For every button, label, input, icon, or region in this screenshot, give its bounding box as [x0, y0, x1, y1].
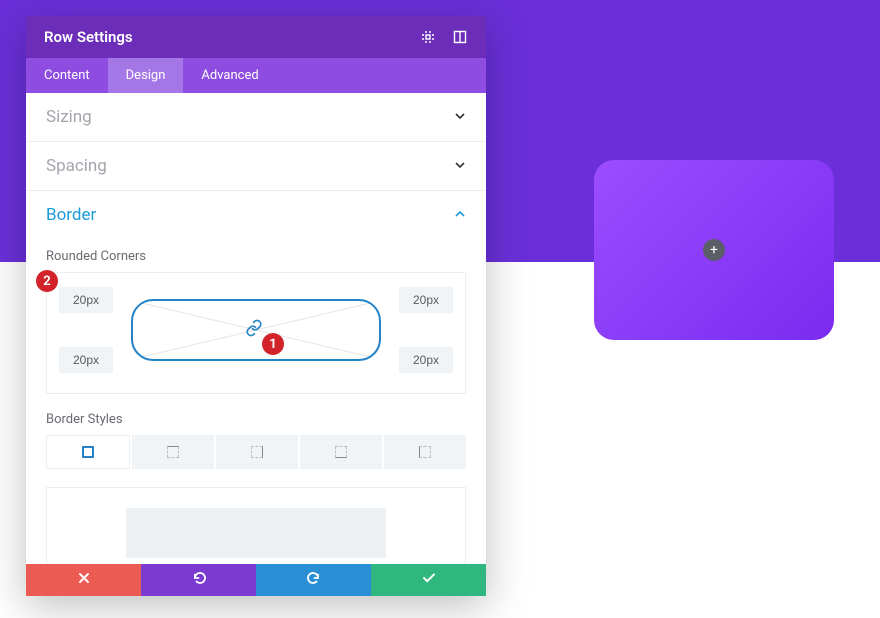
tab-advanced[interactable]: Advanced: [183, 58, 276, 93]
redo-button[interactable]: [256, 564, 371, 596]
panel-title: Row Settings: [44, 28, 133, 46]
section-spacing-toggle[interactable]: Spacing: [26, 142, 486, 190]
row-settings-panel: Row Settings Content Design Advanced: [26, 16, 486, 596]
cancel-button[interactable]: [26, 564, 141, 596]
section-spacing: Spacing: [26, 142, 486, 191]
border-style-top[interactable]: [132, 435, 214, 469]
corner-bottom-left-input[interactable]: [59, 347, 113, 373]
section-sizing: Sizing: [26, 93, 486, 142]
callout-marker-2: 2: [36, 270, 58, 292]
corner-bottom-right-input[interactable]: [399, 347, 453, 373]
square-left-icon: [419, 446, 431, 458]
tab-design[interactable]: Design: [108, 58, 184, 93]
border-style-all[interactable]: [46, 435, 130, 469]
callout-marker-1: 1: [262, 333, 284, 355]
section-border: Border Rounded Corners 2: [26, 191, 486, 564]
undo-icon: [192, 571, 206, 589]
panel-header-icons: [420, 29, 468, 45]
add-module-button[interactable]: +: [703, 239, 725, 261]
tab-content[interactable]: Content: [26, 58, 108, 93]
section-border-toggle[interactable]: Border: [26, 191, 486, 239]
square-top-icon: [167, 446, 179, 458]
border-preview-inner: [126, 508, 386, 558]
corner-grid: 1: [59, 287, 453, 373]
plus-icon: +: [710, 243, 718, 257]
chevron-up-icon: [454, 208, 466, 223]
chevron-down-icon: [454, 110, 466, 125]
redo-icon: [307, 571, 321, 589]
save-button[interactable]: [371, 564, 486, 596]
row-preview-card: +: [594, 160, 834, 340]
rounded-corners-label: Rounded Corners: [46, 249, 466, 264]
link-icon: [245, 319, 263, 342]
panel-header: Row Settings: [26, 16, 486, 58]
corner-top-right-input[interactable]: [399, 287, 453, 313]
close-icon: [78, 572, 90, 588]
settings-tabs: Content Design Advanced: [26, 58, 486, 93]
border-style-left[interactable]: [384, 435, 466, 469]
section-sizing-toggle[interactable]: Sizing: [26, 93, 486, 141]
square-bottom-icon: [335, 446, 347, 458]
border-style-selector: [46, 435, 466, 469]
check-icon: [422, 571, 436, 589]
rounded-corners-control: 2 1: [46, 272, 466, 394]
section-border-body: Rounded Corners 2: [26, 249, 486, 564]
border-preview-box: [46, 487, 466, 564]
panel-body[interactable]: Sizing Spacing Border R: [26, 93, 486, 564]
square-icon: [82, 446, 94, 458]
crosshair-icon[interactable]: [420, 29, 436, 45]
border-styles-label: Border Styles: [46, 412, 466, 427]
panel-footer: [26, 564, 486, 596]
square-right-icon: [251, 446, 263, 458]
section-border-label: Border: [46, 205, 96, 225]
corner-top-left-input[interactable]: [59, 287, 113, 313]
border-style-bottom[interactable]: [300, 435, 382, 469]
section-spacing-label: Spacing: [46, 156, 107, 176]
columns-icon[interactable]: [452, 29, 468, 45]
section-sizing-label: Sizing: [46, 107, 92, 127]
link-corners-toggle[interactable]: 1: [131, 299, 381, 361]
border-style-right[interactable]: [216, 435, 298, 469]
chevron-down-icon: [454, 159, 466, 174]
undo-button[interactable]: [141, 564, 256, 596]
